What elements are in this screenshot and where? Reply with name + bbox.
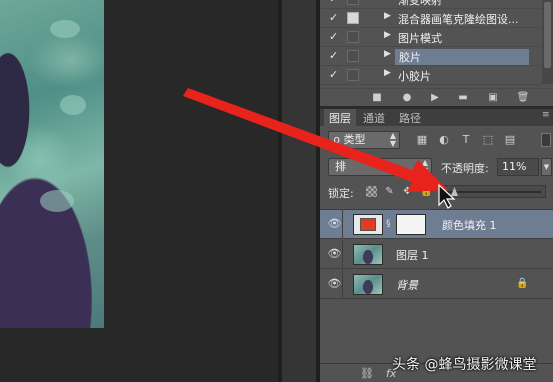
scrollbar-thumb[interactable] bbox=[544, 2, 551, 68]
blend-mode-select[interactable]: 排 ▲ ▼ bbox=[328, 158, 432, 176]
layer-row-color-fill[interactable]: 👁 § 颜色填充 1 bbox=[320, 210, 553, 239]
action-label: 图片模式 bbox=[398, 32, 442, 45]
layer-name[interactable]: 背景 bbox=[396, 277, 418, 293]
tab-layers[interactable]: 图层 bbox=[324, 109, 356, 126]
document-canvas[interactable] bbox=[0, 0, 278, 382]
actions-scrollbar[interactable] bbox=[542, 0, 553, 84]
lock-transparent-pixels-icon[interactable] bbox=[366, 186, 377, 197]
adjustment-filter-icon[interactable]: ◐ bbox=[438, 134, 450, 146]
action-toggle-check[interactable]: ✓ bbox=[329, 49, 341, 62]
filter-type-label: ρ 类型 bbox=[333, 133, 366, 146]
smart-object-filter-icon[interactable]: ▤ bbox=[504, 134, 516, 146]
dialog-toggle-box[interactable] bbox=[347, 0, 359, 5]
layer-row-background[interactable]: 👁 背景 🔒 bbox=[320, 270, 553, 299]
action-item-selected[interactable]: ✓ ▶ 胶片 bbox=[320, 47, 542, 66]
layers-panel: 图层 通道 路径 ≡ ρ 类型 ▲ ▼ ▦ ◐ T ⬚ ▤ 排 ▲ ▼ 不透明度: … bbox=[320, 108, 553, 382]
action-label: 小胶片 bbox=[398, 70, 431, 83]
fill-layer-thumbnail[interactable] bbox=[353, 214, 383, 235]
mask-link-icon[interactable]: § bbox=[386, 218, 392, 230]
action-item[interactable]: ✓ ▶ 渐变映射 bbox=[320, 0, 542, 9]
eye-icon[interactable]: 👁 bbox=[327, 210, 343, 238]
lock-all-icon[interactable]: 🔒 bbox=[420, 186, 432, 197]
filter-toggle-switch[interactable] bbox=[541, 133, 551, 147]
new-set-icon[interactable]: ▬ bbox=[456, 91, 470, 104]
action-label: 渐变映射 bbox=[398, 0, 442, 7]
lock-icon: 🔒 bbox=[516, 278, 529, 289]
expand-triangle-icon[interactable]: ▶ bbox=[384, 68, 391, 78]
panel-menu-icon[interactable]: ≡ bbox=[542, 110, 550, 120]
opacity-input[interactable]: 11% bbox=[497, 158, 539, 176]
layer-filter-row: ρ 类型 ▲ ▼ ▦ ◐ T ⬚ ▤ bbox=[320, 130, 553, 152]
action-toggle-check[interactable]: ✓ bbox=[329, 0, 341, 5]
action-label: 胶片 bbox=[395, 49, 529, 65]
slider-track bbox=[445, 191, 541, 193]
pixel-filter-icon[interactable]: ▦ bbox=[416, 134, 428, 146]
link-icon[interactable]: ⛓ bbox=[360, 367, 374, 380]
shape-filter-icon[interactable]: ⬚ bbox=[482, 134, 494, 146]
layer-name[interactable]: 图层 1 bbox=[396, 247, 429, 263]
eye-icon[interactable]: 👁 bbox=[327, 270, 343, 298]
action-item[interactable]: ✓ ▶ 混合器画笔克隆绘图设... bbox=[320, 9, 542, 28]
type-filter-icon[interactable]: T bbox=[460, 134, 472, 146]
select-arrows-icon: ▲ ▼ bbox=[421, 158, 428, 175]
tab-channels[interactable]: 通道 bbox=[358, 109, 390, 126]
layer-mask-thumbnail[interactable] bbox=[396, 214, 426, 235]
dialog-toggle-box[interactable] bbox=[347, 69, 359, 81]
blend-row: 排 ▲ ▼ 不透明度: 11% ▼ bbox=[320, 157, 553, 179]
opacity-dropdown-button[interactable]: ▼ bbox=[541, 158, 552, 176]
layers-panel-tabs: 图层 通道 路径 ≡ bbox=[320, 109, 553, 126]
lock-image-pixels-icon[interactable]: ✎ bbox=[384, 186, 395, 197]
opacity-label: 不透明度: bbox=[441, 162, 489, 175]
layer-name[interactable]: 颜色填充 1 bbox=[442, 217, 497, 233]
expand-triangle-icon[interactable]: ▶ bbox=[384, 11, 391, 21]
stop-icon[interactable]: ■ bbox=[370, 91, 384, 104]
canvas-photo bbox=[0, 0, 104, 328]
layer-list: 👁 § 颜色填充 1 👁 图层 1 👁 背景 🔒 bbox=[320, 209, 553, 339]
action-toggle-check[interactable]: ✓ bbox=[329, 30, 341, 43]
delete-icon[interactable]: 🗑 bbox=[516, 91, 530, 104]
expand-triangle-icon[interactable]: ▶ bbox=[384, 0, 391, 2]
filter-type-select[interactable]: ρ 类型 ▲ ▼ bbox=[328, 131, 400, 149]
select-arrows-icon: ▲ ▼ bbox=[389, 131, 396, 148]
dialog-toggle-box[interactable] bbox=[347, 31, 359, 43]
action-item[interactable]: ✓ ▶ 图片模式 bbox=[320, 28, 542, 47]
mouse-cursor-icon bbox=[438, 183, 456, 209]
layer-thumbnail[interactable] bbox=[353, 244, 383, 265]
new-action-icon[interactable]: ▣ bbox=[486, 91, 500, 104]
tab-paths[interactable]: 路径 bbox=[394, 109, 426, 126]
layer-thumbnail[interactable] bbox=[353, 274, 383, 295]
action-toggle-check[interactable]: ✓ bbox=[329, 11, 341, 24]
color-swatch bbox=[360, 218, 376, 231]
dialog-toggle-box[interactable] bbox=[347, 12, 359, 24]
layer-row-layer-1[interactable]: 👁 图层 1 bbox=[320, 240, 553, 269]
eye-icon[interactable]: 👁 bbox=[327, 240, 343, 268]
lock-position-icon[interactable]: ✥ bbox=[402, 186, 413, 197]
expand-triangle-icon[interactable]: ▶ bbox=[384, 30, 391, 40]
lock-label: 锁定: bbox=[328, 187, 354, 200]
dialog-toggle-box[interactable] bbox=[347, 50, 359, 62]
action-toggle-check[interactable]: ✓ bbox=[329, 68, 341, 81]
play-icon[interactable]: ▶ bbox=[428, 91, 442, 104]
actions-panel: ✓ ▶ 渐变映射 ✓ ▶ 混合器画笔克隆绘图设... ✓ ▶ 图片模式 ✓ ▶ … bbox=[320, 0, 553, 106]
blend-mode-label: 排 bbox=[335, 160, 346, 173]
expand-triangle-icon[interactable]: ▶ bbox=[384, 49, 391, 59]
action-label: 混合器画笔克隆绘图设... bbox=[398, 13, 519, 26]
collapsed-panel-dock bbox=[282, 0, 316, 382]
actions-toolbar: ■ ● ▶ ▬ ▣ 🗑 bbox=[320, 88, 553, 106]
watermark-text: 头条 @蜂鸟摄影微课堂 bbox=[392, 357, 537, 373]
action-item[interactable]: ✓ ▶ 小胶片 bbox=[320, 66, 542, 85]
record-icon[interactable]: ● bbox=[400, 91, 414, 104]
